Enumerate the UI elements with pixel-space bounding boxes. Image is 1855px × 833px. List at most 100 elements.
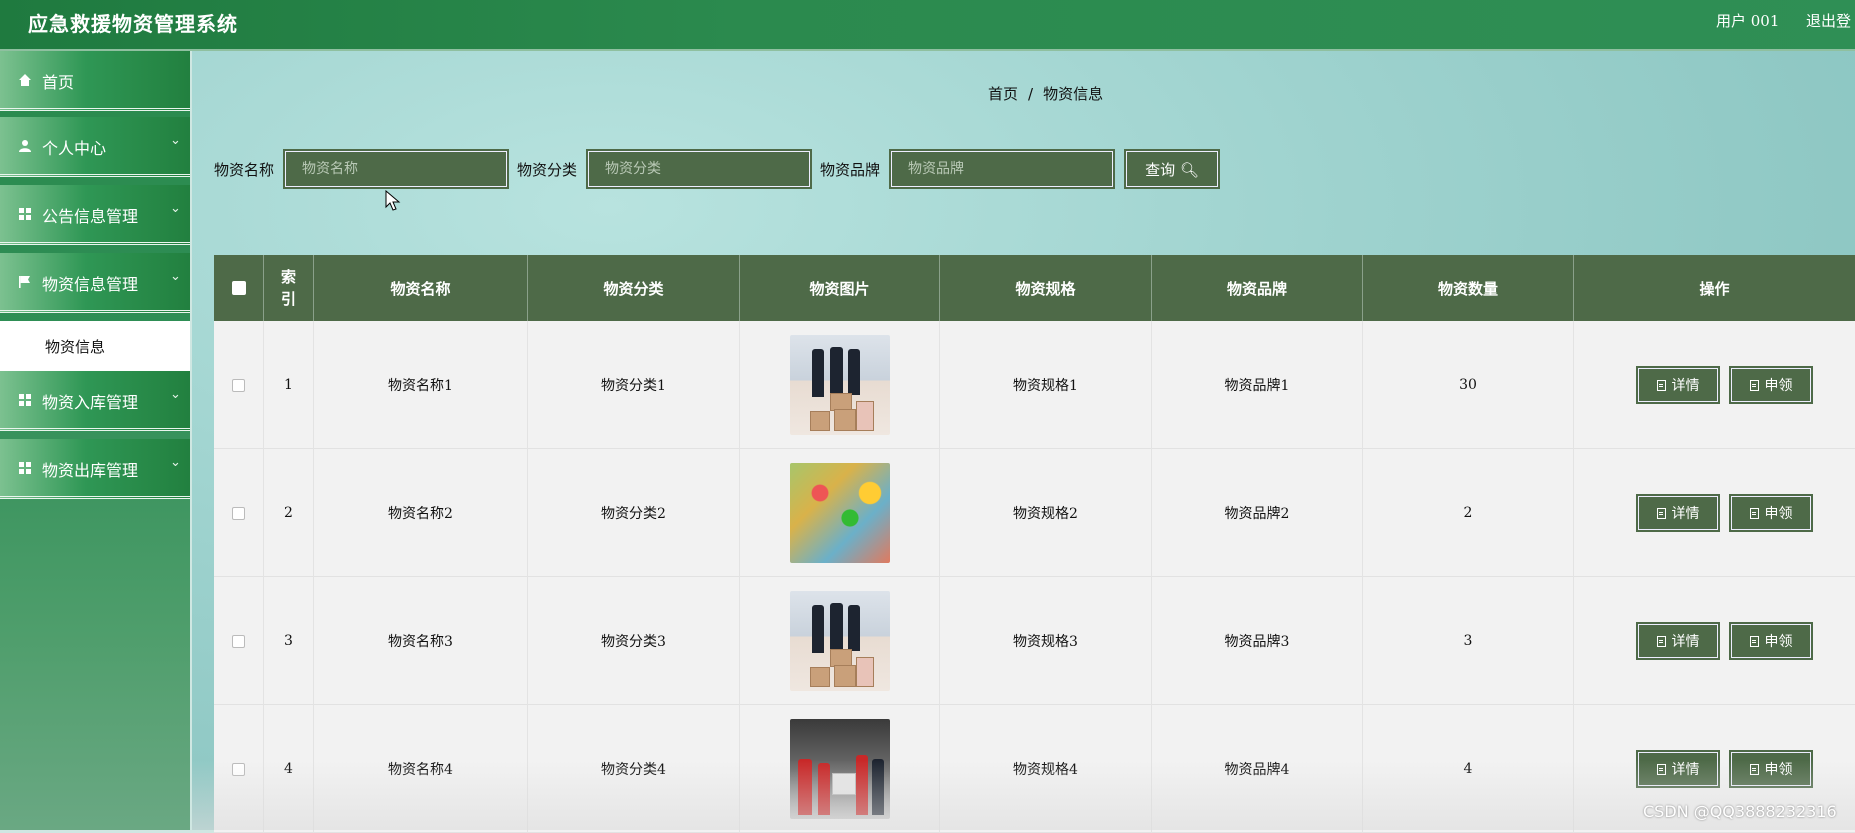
sidebar-item-label: 首页: [42, 73, 75, 92]
flag-icon: [19, 276, 30, 288]
table-row: 3 物资名称3 物资分类3 物资规格3 物资品牌3 3 详情 申领: [214, 577, 1855, 705]
breadcrumb: 首页 / 物资信息: [988, 83, 1103, 104]
table-header: 索引 物资名称 物资分类 物资图片 物资规格 物资品牌 物资数量 操作: [214, 255, 1855, 321]
cell-name: 物资名称2: [314, 449, 528, 577]
header-brand: 物资品牌: [1152, 255, 1363, 321]
mouse-cursor-icon: [385, 190, 401, 211]
detail-button-label: 详情: [1671, 634, 1700, 650]
header-spec: 物资规格: [940, 255, 1152, 321]
row-select-cell: [214, 577, 264, 705]
cell-quantity: 2: [1363, 449, 1574, 577]
breadcrumb-home[interactable]: 首页: [988, 85, 1018, 103]
cell-index: 4: [264, 705, 314, 833]
warehouse-photo[interactable]: [789, 335, 890, 435]
breadcrumb-separator: /: [1028, 85, 1034, 103]
cell-brand: 物资品牌2: [1152, 449, 1363, 577]
chevron-down-icon: ⌄: [170, 455, 181, 470]
grid-icon: [19, 208, 31, 220]
cell-actions: 详情 申领: [1574, 577, 1855, 705]
cell-spec: 物资规格1: [940, 321, 1152, 449]
sidebar-item-label: 物资信息管理: [42, 275, 139, 294]
detail-button[interactable]: 详情: [1636, 366, 1720, 404]
table-row: 1 物资名称1 物资分类1 物资规格1 物资品牌1 30 详情 申领: [214, 321, 1855, 449]
document-icon: [1656, 379, 1666, 391]
cell-name: 物资名称3: [314, 577, 528, 705]
row-select-cell: [214, 705, 264, 833]
sidebar-item-personal-center[interactable]: 个人中心 ⌄: [0, 117, 190, 177]
detail-button[interactable]: 详情: [1636, 750, 1720, 788]
person-icon: [19, 140, 31, 152]
watermark: CSDN @QQ3888232316: [1643, 802, 1837, 821]
cell-actions: 详情 申领: [1574, 321, 1855, 449]
sidebar-subitem-supply-info[interactable]: 物资信息: [0, 321, 190, 371]
volunteers-photo[interactable]: [789, 719, 890, 819]
apply-button[interactable]: 申领: [1729, 750, 1813, 788]
sidebar-item-home[interactable]: 首页: [0, 51, 190, 111]
row-checkbox[interactable]: [232, 506, 245, 520]
grid-icon: [19, 462, 31, 474]
chevron-down-icon: ⌄: [170, 133, 181, 148]
logout-link[interactable]: 退出登: [1806, 10, 1851, 31]
document-icon: [1656, 635, 1666, 647]
sidebar-item-label: 物资出库管理: [42, 461, 139, 480]
apply-button[interactable]: 申领: [1729, 622, 1813, 660]
sidebar-subitem-label: 物资信息: [45, 338, 106, 356]
brand-filter-label: 物资品牌: [820, 161, 881, 179]
cell-quantity: 3: [1363, 577, 1574, 705]
warehouse-photo[interactable]: [789, 591, 890, 691]
brand-filter-input[interactable]: [889, 149, 1115, 189]
sidebar-item-supply-info-management[interactable]: 物资信息管理 ⌄: [0, 253, 190, 313]
header-action: 操作: [1699, 279, 1730, 298]
table-row: 2 物资名称2 物资分类2 物资规格2 物资品牌2 2 详情 申领: [214, 449, 1855, 577]
cell-category: 物资分类2: [528, 449, 740, 577]
cell-name: 物资名称1: [314, 321, 528, 449]
detail-button[interactable]: 详情: [1636, 494, 1720, 532]
select-all-checkbox[interactable]: [231, 281, 246, 295]
header-index: 索引: [264, 255, 314, 321]
sidebar-item-inbound-management[interactable]: 物资入库管理 ⌄: [0, 371, 190, 431]
apply-button-label: 申领: [1764, 378, 1793, 394]
cell-actions: 详情 申领: [1574, 449, 1855, 577]
table-row: 4 物资名称4 物资分类4 物资规格4 物资品牌4 4 详情 申领: [214, 705, 1855, 833]
cell-quantity: 30: [1363, 321, 1574, 449]
detail-button[interactable]: 详情: [1636, 622, 1720, 660]
sidebar-item-outbound-management[interactable]: 物资出库管理 ⌄: [0, 439, 190, 499]
cell-image: [740, 577, 940, 705]
sidebar-item-label: 公告信息管理: [42, 207, 139, 226]
supplies-table: 索引 物资名称 物资分类 物资图片 物资规格 物资品牌 物资数量 操作 1 物资…: [214, 255, 1855, 833]
food-supplies-photo[interactable]: [789, 463, 890, 563]
top-header: 应急救援物资管理系统 用户 001 退出登: [0, 0, 1855, 51]
document-icon: [1656, 763, 1666, 775]
chevron-down-icon: ⌄: [170, 269, 181, 284]
select-all-cell: [214, 255, 264, 321]
cell-brand: 物资品牌3: [1152, 577, 1363, 705]
cell-brand: 物资品牌4: [1152, 705, 1363, 833]
apply-button[interactable]: 申领: [1729, 494, 1813, 532]
apply-button-label: 申领: [1764, 634, 1793, 650]
search-button-label: 查询: [1145, 160, 1176, 179]
cell-image: [740, 321, 940, 449]
cell-quantity: 4: [1363, 705, 1574, 833]
main-content: 首页 / 物资信息 物资名称 物资分类 物资品牌 查询 🔍︎ 索引 物资名称 物资分…: [192, 51, 1855, 833]
row-checkbox[interactable]: [232, 378, 245, 392]
name-filter-input[interactable]: [283, 149, 509, 189]
detail-button-label: 详情: [1671, 378, 1700, 394]
document-icon: [1749, 763, 1759, 775]
category-filter-input[interactable]: [586, 149, 812, 189]
document-icon: [1749, 379, 1759, 391]
apply-button-label: 申领: [1764, 762, 1793, 778]
cell-image: [740, 449, 940, 577]
detail-button-label: 详情: [1671, 762, 1700, 778]
row-checkbox[interactable]: [232, 634, 245, 648]
apply-button[interactable]: 申领: [1729, 366, 1813, 404]
header-quantity: 物资数量: [1363, 255, 1574, 321]
cell-spec: 物资规格3: [940, 577, 1152, 705]
search-button[interactable]: 查询 🔍︎: [1124, 149, 1220, 189]
row-checkbox[interactable]: [232, 762, 245, 776]
category-filter-label: 物资分类: [517, 161, 578, 179]
sidebar-item-label: 个人中心: [42, 139, 107, 158]
sidebar-item-notice-management[interactable]: 公告信息管理 ⌄: [0, 185, 190, 245]
cell-category: 物资分类1: [528, 321, 740, 449]
document-icon: [1656, 507, 1666, 519]
sidebar-item-label: 物资入库管理: [42, 393, 139, 412]
